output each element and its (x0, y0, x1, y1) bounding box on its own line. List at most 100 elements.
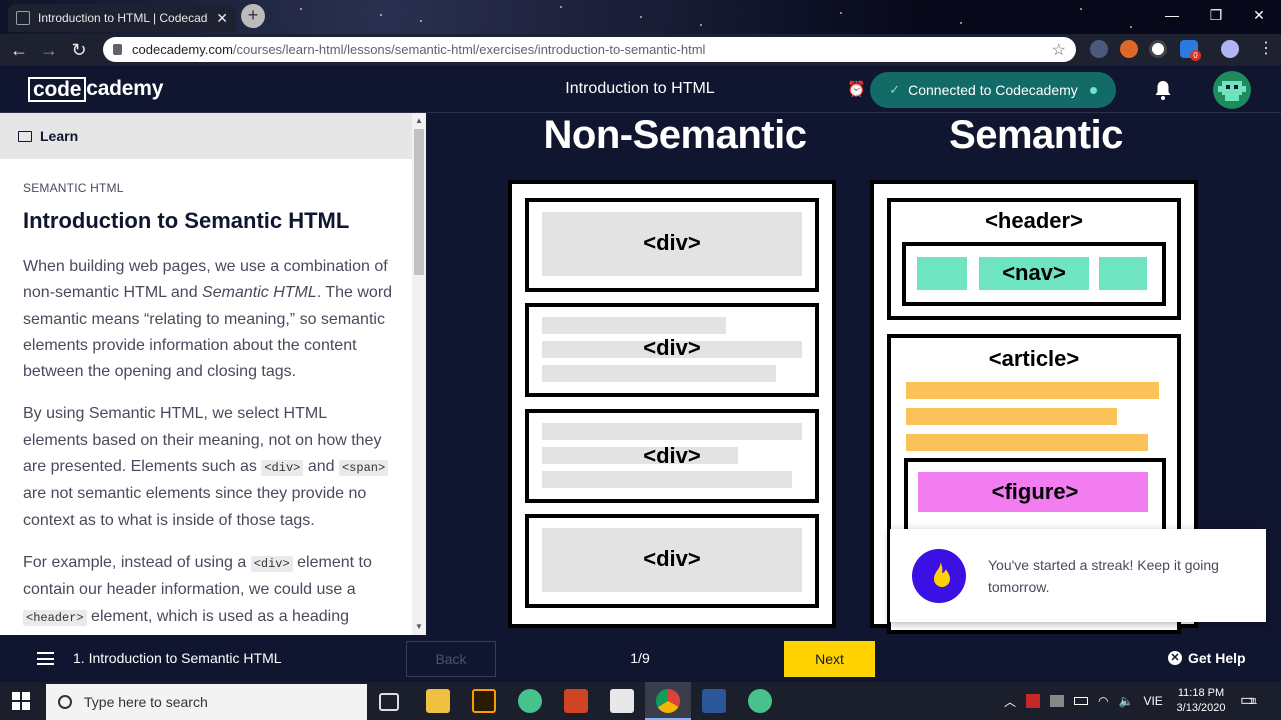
new-tab-button[interactable]: + (241, 4, 265, 28)
browser-menu-icon[interactable]: ⋮ (1258, 40, 1274, 58)
bookmark-star-icon[interactable]: ☆ (1052, 40, 1066, 60)
v-app-tray-icon[interactable] (1026, 694, 1041, 708)
div-label: <div> (643, 230, 701, 255)
notifications-bell-icon[interactable] (1153, 79, 1173, 101)
nav-label: <nav> (1002, 260, 1066, 285)
shield-extension-icon[interactable] (1090, 40, 1108, 58)
taskbar-search-box[interactable]: Type here to search (46, 684, 367, 720)
show-hidden-icons-icon[interactable]: ︿ (1004, 693, 1016, 710)
clock-date: 3/13/2020 (1176, 702, 1226, 714)
learn-tab[interactable]: Learn (0, 113, 412, 159)
scrollbar-thumb[interactable] (414, 129, 424, 275)
footer-lesson-title[interactable]: 1. Introduction to Semantic HTML (73, 650, 282, 666)
flame-icon (912, 548, 966, 603)
nav-block: <nav> (902, 242, 1166, 306)
scroll-up-icon[interactable]: ▲ (412, 114, 426, 128)
div-block-2: <div> (525, 303, 819, 397)
powerpoint-icon[interactable] (564, 689, 588, 713)
address-bar[interactable]: codecademy.com/courses/learn-html/lesson… (103, 37, 1076, 62)
div-block-3: <div> (525, 409, 819, 503)
back-button[interactable]: Back (406, 641, 496, 677)
minimize-window-button[interactable]: — (1150, 0, 1194, 30)
close-tab-icon[interactable]: ✕ (216, 10, 228, 27)
status-dot-icon (1089, 86, 1097, 94)
connection-status-badge: ✓ Connected to Codecademy (870, 72, 1116, 108)
get-help-button[interactable]: ✕ Get Help (1168, 650, 1246, 666)
next-button[interactable]: Next (784, 641, 875, 677)
browser-tab[interactable]: Introduction to HTML | Codecademy ✕ (8, 4, 236, 32)
user-avatar[interactable] (1213, 71, 1251, 109)
learn-tab-label: Learn (40, 128, 79, 144)
div-label: <div> (643, 546, 701, 571)
robot-avatar-icon (1218, 81, 1246, 101)
learn-panel: Learn SEMANTIC HTML Introduction to Sema… (0, 113, 426, 635)
menu-icon[interactable] (37, 652, 54, 665)
url-path: /courses/learn-html/lessons/semantic-htm… (232, 42, 706, 57)
inline-code: <div> (250, 555, 293, 572)
word-icon[interactable] (702, 689, 726, 713)
div-block-4: <div> (525, 514, 819, 608)
lesson-content: SEMANTIC HTML Introduction to Semantic H… (23, 181, 393, 631)
fox-extension-icon[interactable] (1120, 40, 1138, 58)
check-icon: ✓ (889, 82, 901, 97)
non-semantic-page: <div> <div> <div> <div> (508, 180, 836, 628)
exercise-progress: 1/9 (630, 650, 650, 666)
streak-message: You've started a streak! Keep it going t… (988, 556, 1219, 595)
lesson-paragraph-2: By using Semantic HTML, we select HTML e… (23, 401, 393, 533)
streak-toast[interactable]: You've started a streak! Keep it going t… (890, 529, 1266, 622)
back-arrow-icon[interactable]: ← (6, 38, 32, 62)
forward-arrow-icon[interactable]: → (36, 38, 62, 62)
clock-time: 11:18 PM (1177, 687, 1225, 699)
input-language[interactable]: VIE (1143, 694, 1162, 708)
article-label: <article> (988, 346, 1080, 371)
semantic-heading: Semantic (949, 113, 1123, 157)
header-block: <header> <nav> (887, 198, 1181, 320)
atom-editor-icon[interactable] (518, 689, 542, 713)
div-block-1: <div> (525, 198, 819, 292)
circle-extension-icon[interactable] (1149, 40, 1167, 58)
codecademy-logo[interactable]: code cademy (28, 76, 163, 102)
alarm-clock-icon[interactable]: ⏰ (847, 80, 866, 98)
non-semantic-heading: Non-Semantic (543, 113, 807, 157)
atom-editor-2-icon[interactable] (748, 689, 772, 713)
task-view-icon[interactable] (379, 693, 399, 711)
lock-icon (113, 44, 122, 55)
div-label: <div> (643, 335, 701, 360)
volume-icon[interactable]: 🔈 (1119, 694, 1134, 708)
search-icon (58, 695, 72, 709)
maximize-window-button[interactable]: ❐ (1194, 0, 1238, 30)
scroll-down-icon[interactable]: ▼ (412, 620, 426, 634)
book-icon (18, 130, 32, 142)
chrome-icon[interactable] (656, 689, 680, 713)
lesson-paragraph-1: When building web pages, we use a combin… (23, 258, 393, 381)
tab-title: Introduction to HTML | Codecademy (38, 11, 208, 25)
inline-code: <header> (23, 609, 87, 626)
codecademy-favicon-icon (16, 11, 30, 25)
lesson-paragraph-3: For example, instead of using a <div> el… (23, 553, 372, 626)
onedrive-icon[interactable] (1050, 695, 1065, 707)
div-label: <div> (643, 443, 701, 468)
header-label: <header> (985, 208, 1083, 233)
system-tray: ︿ ◠ 🔈 VIE (1004, 682, 1163, 720)
help-close-icon: ✕ (1168, 651, 1182, 665)
illustrator-icon[interactable] (472, 689, 496, 713)
action-center-icon[interactable]: ▭ 11 (1240, 690, 1260, 710)
file-explorer-icon[interactable] (426, 689, 450, 713)
taskbar-clock[interactable]: 11:18 PM 3/13/2020 (1170, 686, 1232, 716)
taskbar-search-placeholder: Type here to search (84, 694, 208, 710)
wifi-icon[interactable]: ◠ (1098, 694, 1108, 708)
battery-icon[interactable] (1074, 697, 1089, 705)
inline-code: <div> (261, 460, 304, 477)
reload-icon[interactable]: ↻ (66, 38, 92, 62)
inline-code: <span> (338, 460, 389, 477)
figure-block: <figure> (904, 458, 1166, 538)
lesson-title: Introduction to Semantic HTML (23, 208, 350, 233)
connection-status-label: Connected to Codecademy (908, 82, 1078, 98)
windows-start-icon[interactable] (12, 692, 30, 710)
snipping-tool-icon[interactable] (610, 689, 634, 713)
course-title: Introduction to HTML (565, 80, 715, 97)
close-window-button[interactable]: ✕ (1237, 0, 1281, 30)
figure-label: <figure> (991, 479, 1079, 504)
get-help-label: Get Help (1188, 650, 1246, 666)
profile-avatar-icon[interactable] (1221, 40, 1239, 58)
